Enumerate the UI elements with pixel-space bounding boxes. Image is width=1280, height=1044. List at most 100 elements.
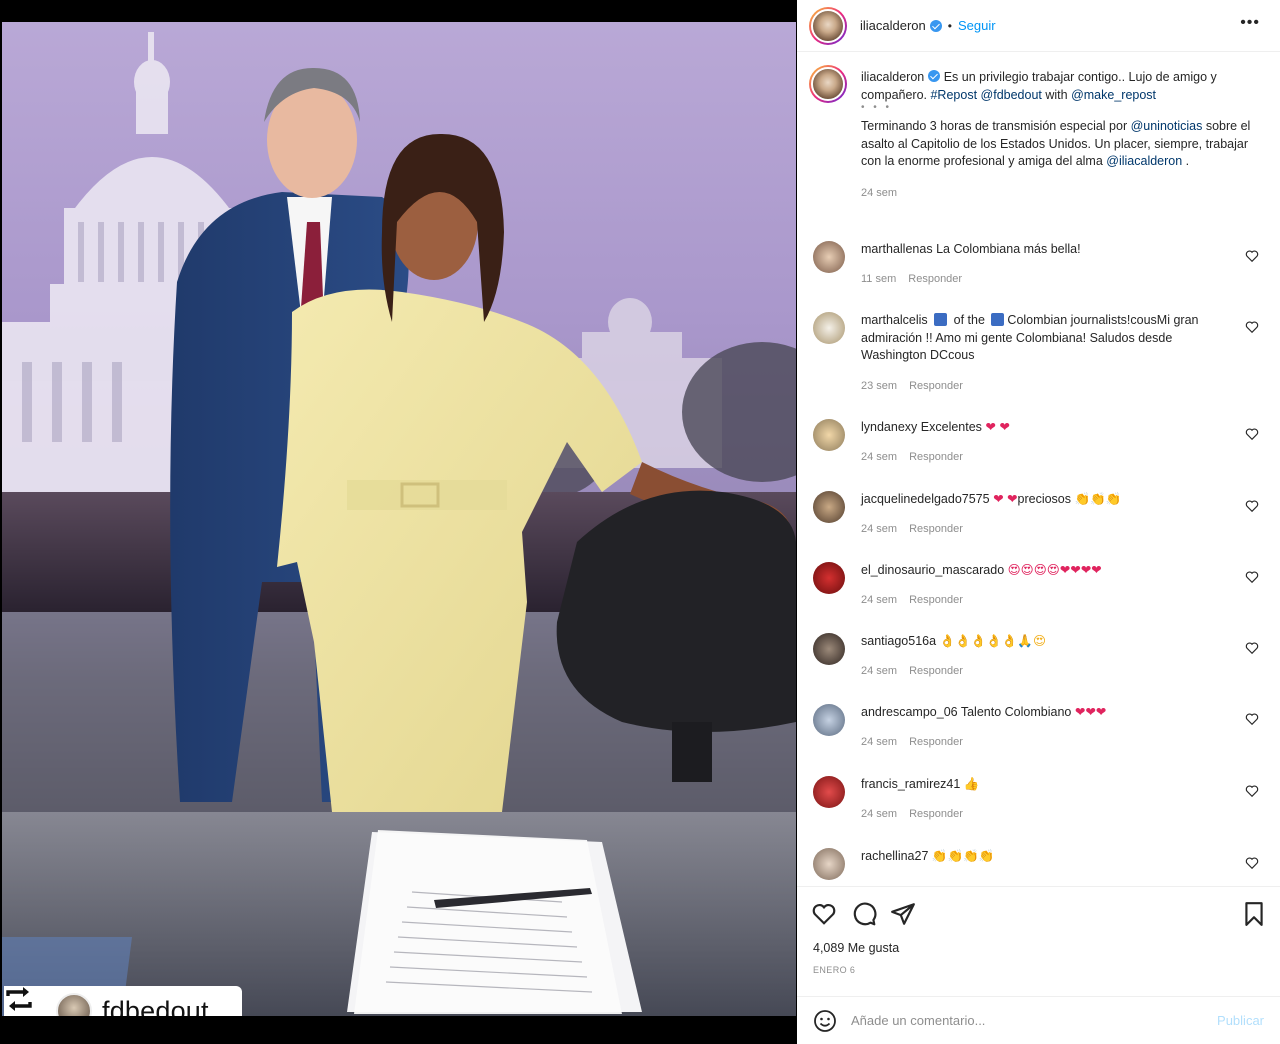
- comment-text: marthalcelis of the Colombian journalist…: [861, 312, 1231, 365]
- emoji-smile-icon[interactable]: [813, 1009, 837, 1033]
- more-options-icon[interactable]: •••: [1240, 14, 1260, 32]
- instagram-post-modal: fdbedout iliacalderon • Seguir ••• iliac…: [0, 0, 1280, 1044]
- caption-text: iliacalderon Es un privilegio trabajar c…: [861, 69, 1251, 202]
- reply-button[interactable]: Responder: [909, 594, 963, 606]
- commenter-avatar[interactable]: [813, 312, 845, 344]
- clap-emoji: 👏👏👏👏: [931, 849, 995, 863]
- commenter-username[interactable]: rachellina27: [861, 849, 928, 863]
- follow-button[interactable]: Seguir: [958, 18, 996, 33]
- share-send-icon[interactable]: [890, 901, 916, 927]
- comment-time[interactable]: 24 sem: [861, 808, 897, 820]
- comment-text: el_dinosaurio_mascarado 😍😍😍😍❤❤❤❤: [861, 562, 1231, 580]
- commenter-username[interactable]: lyndanexy: [861, 420, 917, 434]
- comment-meta: 11 sem Responder: [861, 273, 962, 285]
- commenter-avatar[interactable]: [813, 419, 845, 451]
- mention-link[interactable]: @fdbedout: [981, 88, 1042, 102]
- reply-button[interactable]: Responder: [909, 736, 963, 748]
- header-separator: •: [947, 18, 952, 33]
- commenter-username[interactable]: marthallenas: [861, 242, 933, 256]
- post-date: ENERO 6: [813, 965, 856, 975]
- caption-with: with: [1041, 87, 1072, 102]
- commenter-avatar[interactable]: [813, 491, 845, 523]
- commenter-avatar[interactable]: [813, 704, 845, 736]
- reply-button[interactable]: Responder: [908, 273, 962, 285]
- comment-input[interactable]: [851, 1013, 1191, 1028]
- like-comment-icon[interactable]: [1245, 784, 1259, 798]
- reply-button[interactable]: Responder: [909, 523, 963, 535]
- post-header: iliacalderon • Seguir •••: [797, 0, 1280, 52]
- repost-username: fdbedout: [102, 995, 209, 1017]
- commenter-username[interactable]: marthalcelis: [861, 313, 928, 327]
- comment-time[interactable]: 24 sem: [861, 594, 897, 606]
- mention-link[interactable]: @make_repost: [1071, 88, 1156, 102]
- commenter-username[interactable]: jacquelinedelgado7575: [861, 492, 990, 506]
- verified-badge-icon: [929, 19, 942, 32]
- commenter-avatar[interactable]: [813, 848, 845, 880]
- reply-button[interactable]: Responder: [909, 665, 963, 677]
- verified-badge-icon: [928, 70, 941, 82]
- comment-meta: 24 sem Responder: [861, 523, 963, 535]
- comment-meta: 24 sem Responder: [861, 451, 963, 463]
- likes-count[interactable]: 4,089 Me gusta: [813, 941, 899, 955]
- mention-link[interactable]: @iliacalderon: [1106, 154, 1182, 168]
- comment-time[interactable]: 24 sem: [861, 523, 897, 535]
- save-bookmark-icon[interactable]: [1241, 901, 1267, 927]
- publish-button[interactable]: Publicar: [1217, 1013, 1264, 1028]
- clap-emoji: 👏👏👏: [1074, 492, 1122, 506]
- comment-text: lyndanexy Excelentes ❤ ❤: [861, 419, 1231, 437]
- like-comment-icon[interactable]: [1245, 249, 1259, 263]
- comment-bubble-icon[interactable]: [851, 901, 877, 927]
- like-comment-icon[interactable]: [1245, 856, 1259, 870]
- like-comment-icon[interactable]: [1245, 641, 1259, 655]
- like-comment-icon[interactable]: [1245, 499, 1259, 513]
- heart-emoji: ❤ ❤: [985, 420, 1010, 434]
- commenter-username[interactable]: francis_ramirez41: [861, 777, 960, 791]
- author-avatar[interactable]: [809, 6, 847, 45]
- hashtag-link[interactable]: #Repost: [930, 88, 977, 102]
- comment-text: santiago516a 👌👌👌👌👌🙏😍: [861, 633, 1231, 651]
- comment-meta: 24 sem Responder: [861, 665, 963, 677]
- repost-avatar: [56, 993, 92, 1016]
- repost-badge: fdbedout: [4, 986, 242, 1016]
- comment-meta: 24 sem Responder: [861, 594, 963, 606]
- like-heart-icon[interactable]: [811, 901, 837, 927]
- comment-time[interactable]: 24 sem: [861, 736, 897, 748]
- commenter-avatar[interactable]: [813, 776, 845, 808]
- reply-button[interactable]: Responder: [909, 808, 963, 820]
- like-comment-icon[interactable]: [1245, 570, 1259, 584]
- commenter-username[interactable]: andrescampo_06: [861, 705, 958, 719]
- comment-time[interactable]: 11 sem: [861, 273, 896, 285]
- like-comment-icon[interactable]: [1245, 712, 1259, 726]
- commenter-avatar[interactable]: [813, 562, 845, 594]
- commenter-username[interactable]: el_dinosaurio_mascarado: [861, 563, 1004, 577]
- comment-time[interactable]: 23 sem: [861, 380, 897, 392]
- caption-time[interactable]: 24 sem: [861, 185, 1251, 203]
- comment-time[interactable]: 24 sem: [861, 451, 897, 463]
- commenter-username[interactable]: santiago516a: [861, 634, 936, 648]
- repost-icon: [6, 987, 46, 1016]
- thumbs-up-emoji: 👍: [963, 777, 980, 791]
- heart-emoji: ❤❤❤: [1074, 705, 1107, 719]
- comment-text: marthallenas La Colombiana más bella!: [861, 241, 1231, 259]
- reply-button[interactable]: Responder: [909, 451, 963, 463]
- comment-text: rachellina27 👏👏👏👏: [861, 848, 1231, 866]
- mention-link[interactable]: @uninoticias: [1131, 119, 1203, 133]
- caption-avatar[interactable]: [809, 65, 847, 103]
- reply-button[interactable]: Responder: [909, 380, 963, 392]
- photo-illustration: [2, 32, 796, 1016]
- comments-list[interactable]: iliacalderon Es un privilegio trabajar c…: [797, 53, 1280, 886]
- commenter-avatar[interactable]: [813, 633, 845, 665]
- caption-username[interactable]: iliacalderon: [861, 70, 924, 84]
- commenter-avatar[interactable]: [813, 241, 845, 273]
- comment-body: of the: [953, 313, 985, 327]
- comment-body: preciosos: [1017, 492, 1072, 506]
- author-username[interactable]: iliacalderon: [860, 18, 926, 33]
- add-comment-bar: Publicar: [797, 996, 1280, 1044]
- post-photo[interactable]: fdbedout: [2, 22, 796, 1016]
- like-comment-icon[interactable]: [1245, 320, 1259, 334]
- like-comment-icon[interactable]: [1245, 427, 1259, 441]
- comment-body: La Colombiana más bella!: [936, 242, 1081, 256]
- anchor-emoji-icon: [934, 313, 948, 326]
- comment-time[interactable]: 24 sem: [861, 665, 897, 677]
- comment-body: Excelentes: [920, 420, 982, 434]
